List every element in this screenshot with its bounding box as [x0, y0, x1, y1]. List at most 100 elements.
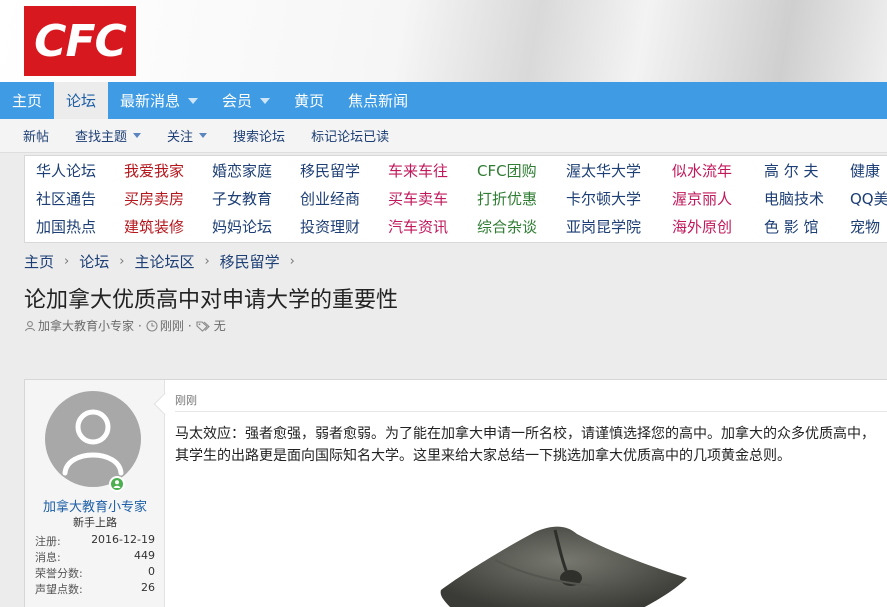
- forum-link[interactable]: 婚恋家庭: [212, 160, 272, 181]
- forum-link[interactable]: 亚岗昆学院: [566, 216, 641, 237]
- sub-nav: 新帖 查找主题 关注 搜索论坛 标记论坛已读: [0, 119, 887, 153]
- forum-link[interactable]: 加国热点: [36, 216, 96, 237]
- forum-link[interactable]: 我爱我家: [124, 160, 184, 181]
- forum-link[interactable]: 电脑技术: [764, 188, 824, 209]
- chevron-right-icon: ›: [119, 253, 125, 269]
- breadcrumb-item[interactable]: 主论坛区: [134, 251, 194, 272]
- chevron-down-icon[interactable]: [260, 97, 271, 104]
- forum-link[interactable]: 海外原创: [672, 216, 732, 237]
- breadcrumb-item[interactable]: 主页: [24, 251, 54, 272]
- user-stat-row: 注册: 2016-12-19: [35, 533, 155, 549]
- nav-item-label: 焦点新闻: [348, 92, 409, 110]
- forum-link[interactable]: 社区通告: [36, 188, 96, 209]
- forum-link[interactable]: 渥京丽人: [672, 188, 732, 209]
- nav-item-label: 最新消息: [120, 92, 181, 110]
- forum-link[interactable]: 高 尔 夫: [764, 160, 819, 181]
- subnav-item-2[interactable]: 关注: [154, 126, 220, 145]
- forum-link[interactable]: 渥太华大学: [566, 160, 641, 181]
- thread-author[interactable]: 加拿大教育小专家: [38, 317, 134, 334]
- nav-item-3[interactable]: 会员: [210, 82, 282, 119]
- forum-link[interactable]: 打折优惠: [477, 188, 537, 209]
- user-stat-row: 荣誉分数: 0: [35, 565, 155, 581]
- stat-label: 声望点数:: [35, 583, 83, 596]
- forum-link[interactable]: 车来车往: [388, 160, 448, 181]
- graduation-cap-image: [440, 526, 687, 607]
- tags-icon: [196, 320, 210, 332]
- nav-item-label: 黄页: [294, 92, 325, 110]
- stat-value: 2016-12-19: [91, 533, 155, 546]
- stat-value: 26: [141, 581, 155, 594]
- breadcrumb: 主页 › 论坛 › 主论坛区 › 移民留学 ›: [24, 250, 305, 272]
- stat-value: 449: [134, 549, 155, 562]
- thread-meta: 加拿大教育小专家 · 刚刚 · 无: [24, 317, 226, 334]
- forum-links-row: 华人论坛 我爱我家 婚恋家庭 移民留学 车来车往 CFC团购 渥太华大学 似水流年 高 尔 夫 健…: [25, 156, 887, 184]
- post-body: 马太效应：强者愈强，弱者愈弱。为了能在加拿大申请一所名校，请谨慎选择您的高中。加…: [175, 426, 875, 464]
- nav-item-label: 论坛: [66, 92, 97, 110]
- subnav-item-1[interactable]: 查找主题: [62, 126, 154, 145]
- post-username[interactable]: 加拿大教育小专家: [25, 496, 165, 515]
- clock-icon: [146, 319, 158, 332]
- subnav-item-label: 查找主题: [75, 130, 128, 145]
- chevron-down-icon[interactable]: [199, 133, 208, 138]
- nav-item-5[interactable]: 焦点新闻: [336, 82, 420, 119]
- forum-link[interactable]: 似水流年: [672, 160, 732, 181]
- forum-link[interactable]: 色 影 馆: [764, 216, 819, 237]
- forum-link[interactable]: 汽车资讯: [388, 216, 448, 237]
- subnav-item-4[interactable]: 标记论坛已读: [298, 126, 402, 145]
- forum-link[interactable]: CFC团购: [477, 160, 537, 181]
- subnav-item-label: 搜索论坛: [233, 130, 286, 145]
- chevron-down-icon[interactable]: [188, 97, 199, 104]
- chevron-right-icon: ›: [204, 253, 210, 269]
- forum-link[interactable]: 建筑装修: [124, 216, 184, 237]
- divider: [175, 411, 887, 412]
- post-time[interactable]: 刚刚: [175, 392, 197, 408]
- breadcrumb-item[interactable]: 移民留学: [220, 251, 280, 272]
- user-stat-row: 消息: 449: [35, 549, 155, 565]
- stat-label: 消息:: [35, 551, 61, 564]
- breadcrumb-item[interactable]: 论坛: [79, 251, 109, 272]
- forum-link[interactable]: 买车卖车: [388, 188, 448, 209]
- forum-link[interactable]: 妈妈论坛: [212, 216, 272, 237]
- user-icon: [24, 320, 36, 331]
- thread-tags: 无: [213, 319, 226, 333]
- subnav-item-0[interactable]: 新帖: [10, 126, 62, 145]
- forum-link[interactable]: 投资理财: [300, 216, 360, 237]
- online-status-icon: [109, 476, 125, 492]
- nav-item-4[interactable]: 黄页: [282, 82, 336, 119]
- forum-link[interactable]: 宠物: [850, 216, 880, 237]
- nav-item-label: 会员: [222, 92, 253, 110]
- chevron-right-icon: ›: [64, 253, 70, 269]
- post-user-panel: 加拿大教育小专家 新手上路 注册: 2016-12-19 消息: 449 荣誉分数: 0 声…: [25, 380, 165, 607]
- subnav-item-3[interactable]: 搜索论坛: [220, 126, 298, 145]
- stat-label: 荣誉分数:: [35, 567, 83, 580]
- nav-item-0[interactable]: 主页: [0, 82, 54, 119]
- nav-item-label: 主页: [12, 92, 43, 110]
- forum-links-row: 社区通告 买房卖房 子女教育 创业经商 买车卖车 打折优惠 卡尔顿大学 渥京丽人 电脑技术 QQ美: [25, 184, 887, 212]
- default-avatar-icon: [62, 409, 124, 476]
- forum-links-panel: 华人论坛 我爱我家 婚恋家庭 移民留学 车来车往 CFC团购 渥太华大学 似水流年 高 尔 夫 健…: [24, 155, 887, 243]
- forum-link[interactable]: 健康: [850, 160, 880, 181]
- forum-link[interactable]: 子女教育: [212, 188, 272, 209]
- forum-link[interactable]: 卡尔顿大学: [566, 188, 641, 209]
- avatar[interactable]: [45, 391, 141, 487]
- thread-time[interactable]: 刚刚: [160, 317, 184, 334]
- user-stat-row: 声望点数: 26: [35, 581, 155, 597]
- subnav-item-label: 关注: [167, 130, 194, 145]
- site-header: CFC: [0, 0, 887, 82]
- page-title: 论加拿大优质高中对申请大学的重要性: [24, 288, 399, 313]
- nav-item-1[interactable]: 论坛: [54, 82, 109, 119]
- nav-item-2[interactable]: 最新消息: [108, 82, 210, 119]
- post: 加拿大教育小专家 新手上路 注册: 2016-12-19 消息: 449 荣誉分数: 0 声…: [24, 379, 887, 607]
- forum-link[interactable]: 买房卖房: [124, 188, 184, 209]
- forum-link[interactable]: QQ美: [850, 188, 887, 209]
- forum-link[interactable]: 综合杂谈: [477, 216, 537, 237]
- cfc-logo[interactable]: CFC: [24, 6, 136, 76]
- stat-label: 注册:: [35, 535, 61, 548]
- subnav-item-label: 标记论坛已读: [311, 130, 390, 145]
- chevron-down-icon[interactable]: [133, 133, 142, 138]
- forum-link[interactable]: 创业经商: [300, 188, 360, 209]
- subnav-item-label: 新帖: [23, 130, 50, 145]
- forum-link[interactable]: 华人论坛: [36, 160, 96, 181]
- stat-value: 0: [148, 565, 155, 578]
- forum-link[interactable]: 移民留学: [300, 160, 360, 181]
